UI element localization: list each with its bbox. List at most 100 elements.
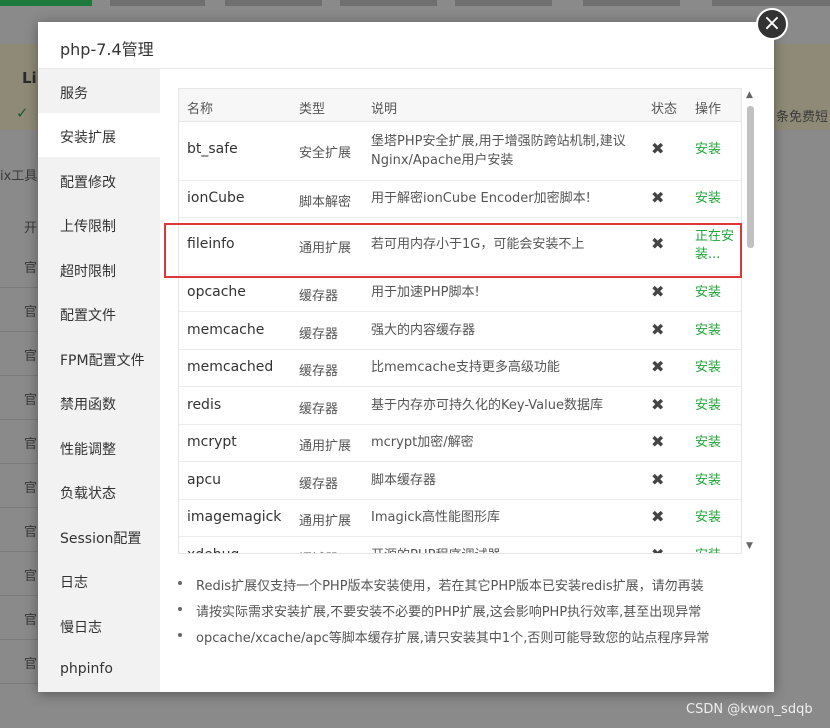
install-button[interactable]: 安装 [695, 547, 739, 553]
install-button[interactable]: 安装 [695, 141, 739, 159]
table-header: 名称 类型 说明 状态 操作 [179, 89, 741, 122]
ext-name: opcache [187, 284, 246, 300]
bg-table-row: 官 [0, 332, 40, 376]
installing-status: 正在安装... [695, 229, 735, 262]
sidebar-item-timeout-limit[interactable]: 超时限制 [38, 247, 160, 291]
header-op: 操作 [695, 102, 722, 117]
extensions-table: 名称 类型 说明 状态 操作 bt_safe 安全扩展 堡塔PHP安全扩展,用于… [178, 88, 742, 554]
bg-banner-text: 条免费短 [776, 110, 829, 125]
ext-desc: 用于加速PHP脚本! [371, 285, 480, 300]
status-x-icon: ✖ [651, 395, 665, 414]
status-x-icon: ✖ [651, 507, 665, 526]
install-button[interactable]: 安装 [695, 509, 739, 527]
sidebar-item-load-status[interactable]: 负载状态 [38, 469, 160, 513]
ext-desc: Imagick高性能图形库 [371, 510, 501, 525]
status-x-icon: ✖ [651, 282, 665, 301]
bg-table-row: 官 [0, 640, 40, 684]
ext-name: xdebug [187, 547, 239, 553]
install-button[interactable]: 安装 [695, 434, 739, 452]
sidebar-item-disabled-functions[interactable]: 禁用函数 [38, 380, 160, 424]
status-x-icon: ✖ [651, 188, 665, 207]
table-row: xdebug 调试器 开源的PHP程序调试器 ✖ 安装 [179, 537, 741, 553]
close-icon[interactable]: × [756, 8, 788, 40]
ext-desc: 堡塔PHP安全扩展,用于增强防跨站机制,建议Nginx/Apache用户安装 [371, 134, 626, 168]
ext-desc: 强大的内容缓存器 [371, 323, 476, 338]
bg-top-tab [583, 0, 680, 6]
ext-name: mcrypt [187, 434, 237, 450]
scroll-thumb[interactable] [747, 106, 754, 248]
ext-type: 缓存器 [299, 327, 339, 342]
table-row: apcu 缓存器 脚本缓存器 ✖ 安装 [179, 462, 741, 500]
ext-type: 缓存器 [299, 477, 339, 492]
notes-list: Redis扩展仅支持一个PHP版本安装使用，若在其它PHP版本已安装redis扩… [178, 575, 758, 653]
sidebar-menu: 服务 安装扩展 配置修改 上传限制 超时限制 配置文件 FPM配置文件 禁用函数… [38, 69, 160, 692]
sidebar-item-config-edit[interactable]: 配置修改 [38, 158, 160, 202]
php-manager-modal: php-7.4管理 服务 安装扩展 配置修改 上传限制 超时限制 配置文件 FP… [38, 22, 774, 692]
table-row: fileinfo 通用扩展 若可用内存小于1G，可能会安装不上 ✖ 正在安装..… [179, 218, 741, 275]
ext-name: apcu [187, 472, 222, 488]
sidebar-item-config-file[interactable]: 配置文件 [38, 291, 160, 335]
note-item: 请按实际需求安装扩展,不要安装不必要的PHP扩展,这会影响PHP执行效率,甚至出… [178, 601, 758, 627]
ext-desc: 开源的PHP程序调试器 [371, 546, 641, 553]
table-row: opcache 缓存器 用于加速PHP脚本! ✖ 安装 [179, 275, 741, 312]
bullet-icon [178, 581, 182, 585]
install-button[interactable]: 安装 [695, 397, 739, 415]
ext-name: imagemagick [187, 509, 282, 525]
sidebar-item-install-extensions[interactable]: 安装扩展 [38, 113, 160, 157]
bg-table-row: 官 [0, 552, 40, 596]
ext-desc: 脚本缓存器 [371, 473, 437, 488]
ext-name: bt_safe [187, 141, 238, 157]
ext-name: fileinfo [187, 236, 235, 252]
ext-name: memcache [187, 322, 265, 338]
scroll-down-icon[interactable]: ▼ [746, 541, 753, 551]
table-row: memcache 缓存器 强大的内容缓存器 ✖ 安装 [179, 312, 741, 350]
sidebar-item-session-config[interactable]: Session配置 [38, 514, 160, 558]
ext-type: 安全扩展 [299, 146, 352, 161]
install-button[interactable]: 安装 [695, 322, 739, 340]
status-x-icon: ✖ [651, 320, 665, 339]
ext-desc: mcrypt加密/解密 [371, 435, 474, 450]
install-button[interactable]: 安装 [695, 359, 739, 377]
table-row: redis 缓存器 基于内存亦可持久化的Key-Value数据库 ✖ 安装 [179, 387, 741, 425]
status-x-icon: ✖ [651, 470, 665, 489]
install-button[interactable]: 安装 [695, 284, 739, 302]
status-x-icon: ✖ [651, 545, 664, 553]
bg-table-row: 官 [0, 420, 40, 464]
bg-check-icon: ✓ [16, 104, 29, 122]
header-type: 类型 [299, 102, 326, 117]
note-item: opcache/xcache/apc等脚本缓存扩展,请只安装其中1个,否则可能导… [178, 627, 758, 653]
sidebar-item-slow-logs[interactable]: 慢日志 [38, 603, 160, 647]
table-scrollbar[interactable]: ▲ ▼ [744, 88, 758, 554]
table-row: ionCube 脚本解密 用于解密ionCube Encoder加密脚本! ✖ … [179, 181, 741, 218]
bg-top-tab [110, 0, 205, 6]
ext-type: 通用扩展 [299, 514, 352, 529]
sidebar-item-upload-limit[interactable]: 上传限制 [38, 202, 160, 246]
bg-top-tab [225, 0, 322, 6]
ext-desc: 用于解密ionCube Encoder加密脚本! [371, 191, 591, 206]
note-item: Redis扩展仅支持一个PHP版本安装使用，若在其它PHP版本已安装redis扩… [178, 575, 758, 601]
install-button[interactable]: 安装 [695, 472, 739, 490]
bullet-icon [178, 607, 182, 611]
sidebar-item-performance[interactable]: 性能调整 [38, 425, 160, 469]
ext-type: 缓存器 [299, 289, 339, 304]
status-x-icon: ✖ [651, 357, 665, 376]
status-x-icon: ✖ [651, 432, 665, 451]
install-button[interactable]: 安装 [695, 190, 739, 208]
sidebar-item-logs[interactable]: 日志 [38, 558, 160, 602]
sidebar-item-phpinfo[interactable]: phpinfo [38, 647, 160, 691]
scroll-up-icon[interactable]: ▲ [746, 90, 753, 100]
bg-table-row: 官 [0, 376, 40, 420]
table-row: bt_safe 安全扩展 堡塔PHP安全扩展,用于增强防跨站机制,建议Nginx… [179, 122, 741, 181]
sidebar-item-fpm-config[interactable]: FPM配置文件 [38, 336, 160, 380]
table-row: imagemagick 通用扩展 Imagick高性能图形库 ✖ 安装 [179, 500, 741, 537]
ext-desc: 若可用内存小于1G，可能会安装不上 [371, 237, 585, 252]
header-status: 状态 [651, 102, 678, 117]
ext-type: 脚本解密 [299, 195, 352, 210]
bg-column-head: 开 [24, 221, 38, 236]
bg-top-tab [455, 0, 552, 6]
header-name: 名称 [187, 102, 214, 117]
bullet-icon [178, 633, 182, 637]
sidebar-item-service[interactable]: 服务 [38, 69, 160, 113]
status-x-icon: ✖ [651, 234, 665, 253]
bg-table-row: 官 [0, 596, 40, 640]
